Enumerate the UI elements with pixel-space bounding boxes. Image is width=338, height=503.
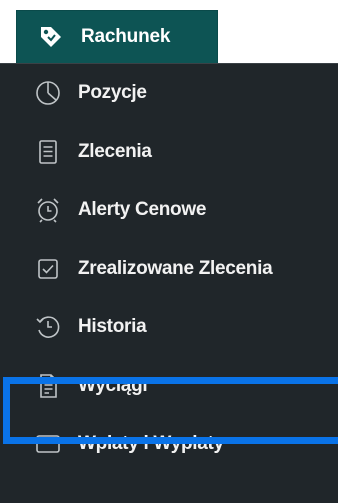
menu-item-wyciagi[interactable]: Wyciągi [0, 357, 338, 416]
account-menu: Pozycje Zlecenia Alerty Cenowe Zrealizow… [0, 63, 338, 503]
menu-item-label: Alerty Cenowe [78, 199, 207, 221]
menu-item-label: Wyciągi [78, 374, 148, 396]
menu-item-label: Pozycje [78, 82, 147, 104]
history-icon [32, 311, 64, 343]
tab-label: Rachunek [81, 26, 171, 47]
menu-item-label: Historia [78, 316, 147, 338]
pie-chart-icon [32, 77, 64, 109]
menu-item-historia[interactable]: Historia [0, 298, 338, 357]
menu-item-zrealizowane-zlecenia[interactable]: Zrealizowane Zlecenia [0, 240, 338, 299]
account-menu-panel: Rachunek Pozycje Zlecenia Alerty Cenowe … [0, 0, 338, 503]
menu-item-zlecenia[interactable]: Zlecenia [0, 123, 338, 182]
alarm-clock-icon [32, 194, 64, 226]
menu-item-label: Zrealizowane Zlecenia [78, 257, 273, 279]
checkbox-icon [32, 253, 64, 285]
menu-item-wplaty-i-wyplaty[interactable]: Wpłaty i Wypłaty [0, 415, 338, 474]
menu-item-label: Zlecenia [78, 140, 152, 162]
card-icon [32, 428, 64, 460]
menu-item-pozycje[interactable]: Pozycje [0, 64, 338, 123]
statement-icon [32, 370, 64, 402]
menu-item-alerty-cenowe[interactable]: Alerty Cenowe [0, 181, 338, 240]
document-icon [32, 136, 64, 168]
tag-icon [37, 23, 65, 51]
menu-item-label: Wpłaty i Wypłaty [78, 433, 224, 455]
tab-rachunek[interactable]: Rachunek [16, 10, 218, 63]
